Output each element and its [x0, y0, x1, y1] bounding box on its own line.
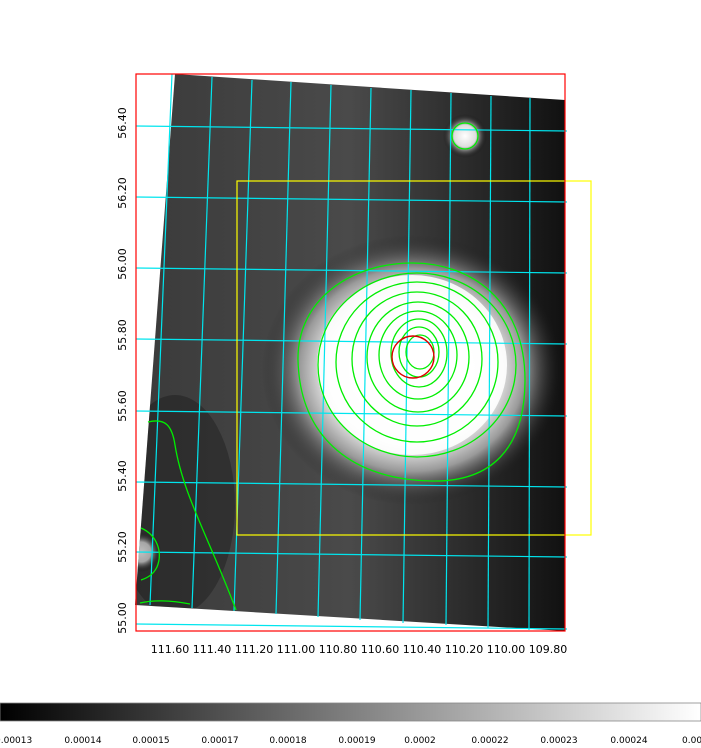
colorbar[interactable]: [0, 702, 701, 722]
x-tick-label: 111.40: [193, 643, 232, 656]
x-tick-label: 111.20: [235, 643, 274, 656]
y-tick-label: 56.00: [116, 248, 129, 280]
y-tick-label: 55.00: [116, 602, 129, 634]
colorbar-label: 0.00: [682, 736, 701, 746]
x-tick-label: 110.00: [487, 643, 526, 656]
y-tick-label: 55.20: [116, 531, 129, 563]
x-tick-label: 111.60: [151, 643, 190, 656]
colorbar-label: 0.00014: [64, 736, 101, 746]
colorbar-label: 0.00024: [610, 736, 647, 746]
image-viewer[interactable]: 111.60 111.40 111.20 111.00 110.80 110.6…: [0, 0, 701, 748]
colorbar-label: 0.00017: [201, 736, 238, 746]
y-tick-label: 56.40: [116, 107, 129, 139]
x-tick-label: 110.80: [319, 643, 358, 656]
colorbar-label: 0.0002: [404, 736, 436, 746]
y-tick-label: 55.60: [116, 390, 129, 422]
x-tick-label: 110.40: [403, 643, 442, 656]
colorbar-labels: 0.00013 0.00014 0.00015 0.00017 0.00018 …: [0, 736, 701, 746]
x-tick-label: 110.60: [361, 643, 400, 656]
y-tick-label: 55.40: [116, 460, 129, 492]
y-tick-label: 55.80: [116, 319, 129, 351]
colorbar-label: 0.00022: [471, 736, 508, 746]
colorbar-label: 0.00018: [269, 736, 306, 746]
x-tick-label: 109.80: [529, 643, 568, 656]
y-axis-labels: 55.00 55.20 55.40 55.60 55.80 56.00 56.2…: [116, 107, 129, 634]
colorbar-label: 0.00023: [540, 736, 577, 746]
x-tick-label: 111.00: [277, 643, 316, 656]
colorbar-label: 0.00013: [0, 736, 32, 746]
x-tick-label: 110.20: [445, 643, 484, 656]
x-axis-labels: 111.60 111.40 111.20 111.00 110.80 110.6…: [151, 643, 568, 656]
colorbar-gradient: [0, 702, 701, 722]
colorbar-label: 0.00019: [338, 736, 375, 746]
y-tick-label: 56.20: [116, 177, 129, 209]
colorbar-label: 0.00015: [132, 736, 169, 746]
